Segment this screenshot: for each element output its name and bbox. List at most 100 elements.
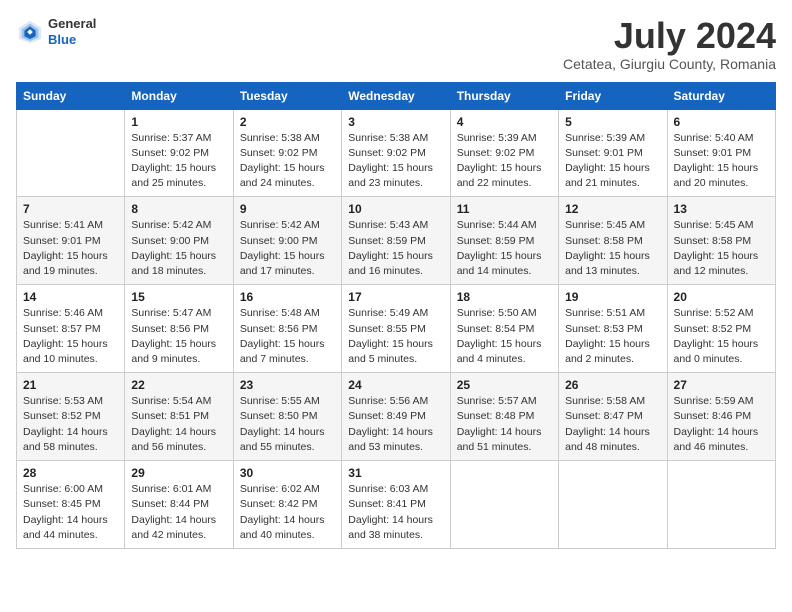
day-info: Sunrise: 5:42 AMSunset: 9:00 PMDaylight:… xyxy=(131,218,226,279)
day-number: 2 xyxy=(240,115,335,129)
calendar-cell: 4Sunrise: 5:39 AMSunset: 9:02 PMDaylight… xyxy=(450,109,558,197)
calendar-cell: 14Sunrise: 5:46 AMSunset: 8:57 PMDayligh… xyxy=(17,285,125,373)
day-number: 17 xyxy=(348,290,443,304)
day-info: Sunrise: 5:43 AMSunset: 8:59 PMDaylight:… xyxy=(348,218,443,279)
day-info: Sunrise: 5:50 AMSunset: 8:54 PMDaylight:… xyxy=(457,306,552,367)
day-info: Sunrise: 5:59 AMSunset: 8:46 PMDaylight:… xyxy=(674,394,769,455)
day-number: 27 xyxy=(674,378,769,392)
calendar-header: SundayMondayTuesdayWednesdayThursdayFrid… xyxy=(17,82,776,109)
calendar-cell: 22 Sunrise: 5:54 AMSunset: 8:51 PMDayligh… xyxy=(125,373,233,461)
calendar-cell: 29Sunrise: 6:01 AMSunset: 8:44 PMDayligh… xyxy=(125,461,233,549)
calendar-cell: 13 Sunrise: 5:45 AMSunset: 8:58 PMDayligh… xyxy=(667,197,775,285)
logo: General Blue xyxy=(16,16,96,47)
calendar-cell: 8 Sunrise: 5:42 AMSunset: 9:00 PMDaylight… xyxy=(125,197,233,285)
calendar-cell: 1Sunrise: 5:37 AMSunset: 9:02 PMDaylight… xyxy=(125,109,233,197)
day-number: 1 xyxy=(131,115,226,129)
day-number: 16 xyxy=(240,290,335,304)
day-info: Sunrise: 5:44 AMSunset: 8:59 PMDaylight:… xyxy=(457,218,552,279)
calendar-cell: 23 Sunrise: 5:55 AMSunset: 8:50 PMDayligh… xyxy=(233,373,341,461)
weekday-header-saturday: Saturday xyxy=(667,82,775,109)
weekday-header-tuesday: Tuesday xyxy=(233,82,341,109)
day-number: 13 xyxy=(674,202,769,216)
day-number: 23 xyxy=(240,378,335,392)
day-number: 3 xyxy=(348,115,443,129)
day-info: Sunrise: 5:39 AMSunset: 9:01 PMDaylight:… xyxy=(565,131,660,192)
day-info: Sunrise: 5:45 AMSunset: 8:58 PMDaylight:… xyxy=(565,218,660,279)
calendar-cell: 9Sunrise: 5:42 AMSunset: 9:00 PMDaylight… xyxy=(233,197,341,285)
day-number: 19 xyxy=(565,290,660,304)
calendar-cell: 19 Sunrise: 5:51 AMSunset: 8:53 PMDayligh… xyxy=(559,285,667,373)
calendar-cell: 27 Sunrise: 5:59 AMSunset: 8:46 PMDayligh… xyxy=(667,373,775,461)
calendar-table: SundayMondayTuesdayWednesdayThursdayFrid… xyxy=(16,82,776,549)
day-number: 12 xyxy=(565,202,660,216)
weekday-header-wednesday: Wednesday xyxy=(342,82,450,109)
day-info: Sunrise: 5:51 AMSunset: 8:53 PMDaylight:… xyxy=(565,306,660,367)
day-info: Sunrise: 5:53 AMSunset: 8:52 PMDaylight:… xyxy=(23,394,118,455)
calendar-week-row: 14Sunrise: 5:46 AMSunset: 8:57 PMDayligh… xyxy=(17,285,776,373)
calendar-body: 1Sunrise: 5:37 AMSunset: 9:02 PMDaylight… xyxy=(17,109,776,548)
day-info: Sunrise: 5:39 AMSunset: 9:02 PMDaylight:… xyxy=(457,131,552,192)
calendar-cell: 6 Sunrise: 5:40 AMSunset: 9:01 PMDaylight… xyxy=(667,109,775,197)
day-number: 9 xyxy=(240,202,335,216)
day-number: 31 xyxy=(348,466,443,480)
day-number: 22 xyxy=(131,378,226,392)
calendar-cell: 25Sunrise: 5:57 AMSunset: 8:48 PMDayligh… xyxy=(450,373,558,461)
day-info: Sunrise: 5:38 AMSunset: 9:02 PMDaylight:… xyxy=(240,131,335,192)
calendar-cell xyxy=(17,109,125,197)
day-info: Sunrise: 5:45 AMSunset: 8:58 PMDaylight:… xyxy=(674,218,769,279)
calendar-week-row: 1Sunrise: 5:37 AMSunset: 9:02 PMDaylight… xyxy=(17,109,776,197)
logo-blue-text: Blue xyxy=(48,32,96,48)
day-number: 29 xyxy=(131,466,226,480)
day-number: 11 xyxy=(457,202,552,216)
day-info: Sunrise: 5:52 AMSunset: 8:52 PMDaylight:… xyxy=(674,306,769,367)
day-info: Sunrise: 5:40 AMSunset: 9:01 PMDaylight:… xyxy=(674,131,769,192)
day-info: Sunrise: 5:47 AMSunset: 8:56 PMDaylight:… xyxy=(131,306,226,367)
day-number: 30 xyxy=(240,466,335,480)
weekday-header-sunday: Sunday xyxy=(17,82,125,109)
calendar-cell: 17 Sunrise: 5:49 AMSunset: 8:55 PMDayligh… xyxy=(342,285,450,373)
calendar-cell: 3 Sunrise: 5:38 AMSunset: 9:02 PMDaylight… xyxy=(342,109,450,197)
calendar-week-row: 28Sunrise: 6:00 AMSunset: 8:45 PMDayligh… xyxy=(17,461,776,549)
day-info: Sunrise: 5:46 AMSunset: 8:57 PMDaylight:… xyxy=(23,306,118,367)
calendar-week-row: 21 Sunrise: 5:53 AMSunset: 8:52 PMDayligh… xyxy=(17,373,776,461)
day-number: 18 xyxy=(457,290,552,304)
calendar-cell: 26 Sunrise: 5:58 AMSunset: 8:47 PMDayligh… xyxy=(559,373,667,461)
day-info: Sunrise: 6:02 AMSunset: 8:42 PMDaylight:… xyxy=(240,482,335,543)
day-number: 24 xyxy=(348,378,443,392)
logo-general-text: General xyxy=(48,16,96,32)
calendar-cell: 24Sunrise: 5:56 AMSunset: 8:49 PMDayligh… xyxy=(342,373,450,461)
day-number: 26 xyxy=(565,378,660,392)
day-number: 15 xyxy=(131,290,226,304)
day-info: Sunrise: 6:03 AMSunset: 8:41 PMDaylight:… xyxy=(348,482,443,543)
day-info: Sunrise: 5:41 AMSunset: 9:01 PMDaylight:… xyxy=(23,218,118,279)
day-number: 7 xyxy=(23,202,118,216)
calendar-cell: 30 Sunrise: 6:02 AMSunset: 8:42 PMDayligh… xyxy=(233,461,341,549)
weekday-header-friday: Friday xyxy=(559,82,667,109)
day-info: Sunrise: 6:00 AMSunset: 8:45 PMDaylight:… xyxy=(23,482,118,543)
day-info: Sunrise: 5:55 AMSunset: 8:50 PMDaylight:… xyxy=(240,394,335,455)
calendar-cell: 31 Sunrise: 6:03 AMSunset: 8:41 PMDayligh… xyxy=(342,461,450,549)
calendar-cell: 15 Sunrise: 5:47 AMSunset: 8:56 PMDayligh… xyxy=(125,285,233,373)
page-header: General Blue July 2024 Cetatea, Giurgiu … xyxy=(16,16,776,72)
calendar-cell: 2 Sunrise: 5:38 AMSunset: 9:02 PMDaylight… xyxy=(233,109,341,197)
calendar-cell: 11 Sunrise: 5:44 AMSunset: 8:59 PMDayligh… xyxy=(450,197,558,285)
month-year-title: July 2024 xyxy=(563,16,776,56)
day-number: 6 xyxy=(674,115,769,129)
day-info: Sunrise: 5:54 AMSunset: 8:51 PMDaylight:… xyxy=(131,394,226,455)
day-info: Sunrise: 5:49 AMSunset: 8:55 PMDaylight:… xyxy=(348,306,443,367)
day-number: 10 xyxy=(348,202,443,216)
day-info: Sunrise: 5:58 AMSunset: 8:47 PMDaylight:… xyxy=(565,394,660,455)
calendar-cell: 28Sunrise: 6:00 AMSunset: 8:45 PMDayligh… xyxy=(17,461,125,549)
location-subtitle: Cetatea, Giurgiu County, Romania xyxy=(563,56,776,72)
day-info: Sunrise: 5:38 AMSunset: 9:02 PMDaylight:… xyxy=(348,131,443,192)
weekday-header-monday: Monday xyxy=(125,82,233,109)
calendar-week-row: 7 Sunrise: 5:41 AMSunset: 9:01 PMDaylight… xyxy=(17,197,776,285)
logo-text: General Blue xyxy=(48,16,96,47)
calendar-cell: 7 Sunrise: 5:41 AMSunset: 9:01 PMDaylight… xyxy=(17,197,125,285)
title-block: July 2024 Cetatea, Giurgiu County, Roman… xyxy=(563,16,776,72)
day-number: 21 xyxy=(23,378,118,392)
calendar-cell xyxy=(450,461,558,549)
calendar-cell: 10 Sunrise: 5:43 AMSunset: 8:59 PMDayligh… xyxy=(342,197,450,285)
day-number: 8 xyxy=(131,202,226,216)
calendar-cell xyxy=(559,461,667,549)
